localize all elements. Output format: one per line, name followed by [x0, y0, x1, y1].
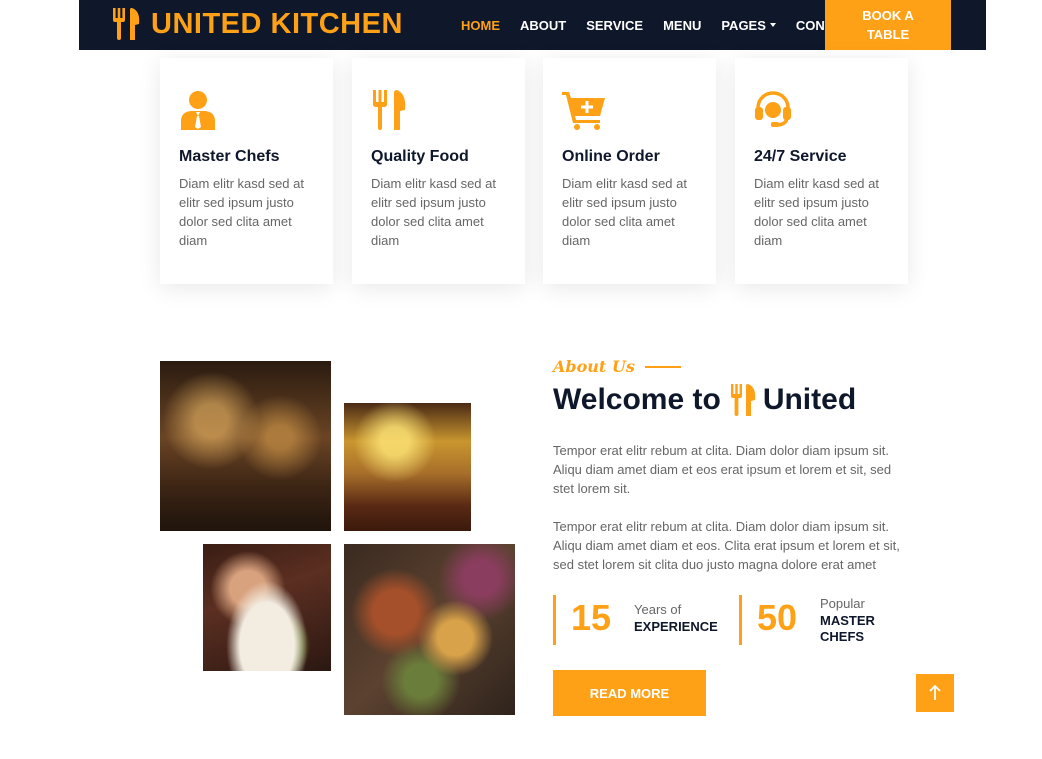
nav-about[interactable]: ABOUT — [510, 18, 576, 33]
stat-strong-label-line1: MASTER — [820, 613, 875, 628]
cart-plus-icon — [562, 92, 605, 130]
caret-down-icon — [769, 23, 776, 27]
service-text: Diam elitr kasd sed at elitr sed ipsum j… — [371, 176, 496, 248]
stat-experience: 15 Years of EXPERIENCE — [553, 595, 718, 645]
service-card-24-7-service: 24/7 Service Diam elitr kasd sed at elit… — [735, 58, 908, 284]
brand-logo[interactable]: UNITED KITCHEN — [113, 4, 403, 44]
nav-home[interactable]: HOME — [451, 18, 510, 33]
service-title: Quality Food — [371, 148, 469, 165]
grill-platter-photo — [344, 544, 515, 715]
main-nav: HOME ABOUT SERVICE MENU PAGES CONTACT — [451, 0, 869, 50]
service-text: Diam elitr kasd sed at elitr sed ipsum j… — [754, 176, 879, 248]
nav-pages-label: PAGES — [721, 17, 766, 33]
back-to-top-button[interactable] — [916, 674, 954, 712]
stat-label: Popular — [820, 596, 865, 611]
headset-icon — [755, 91, 791, 127]
about-title-before: Welcome to — [553, 383, 721, 416]
nav-service[interactable]: SERVICE — [576, 18, 653, 33]
about-paragraph-1: Tempor erat elitr rebum at clita. Diam d… — [553, 443, 892, 496]
stat-number: 15 — [571, 597, 612, 638]
service-title: 24/7 Service — [754, 148, 847, 165]
stat-label: Years of — [634, 602, 682, 617]
navbar: UNITED KITCHEN HOME ABOUT SERVICE MENU P… — [79, 0, 986, 50]
utensils-icon — [730, 384, 756, 416]
service-title: Online Order — [562, 148, 660, 165]
restaurant-dining-photo — [344, 403, 471, 531]
nav-pages-dropdown[interactable]: PAGES — [711, 18, 786, 33]
about-section-label: About Us — [553, 357, 681, 376]
salad-plate-photo — [203, 544, 331, 671]
restaurant-interior-photo — [160, 361, 331, 531]
brand-name: UNITED KITCHEN — [151, 7, 403, 40]
service-text: Diam elitr kasd sed at elitr sed ipsum j… — [562, 176, 687, 248]
read-more-button[interactable]: READ MORE — [553, 670, 706, 716]
stat-master-chefs: 50 Popular MASTER CHEFS — [739, 595, 902, 645]
label-divider-line — [644, 365, 681, 368]
nav-menu[interactable]: MENU — [653, 18, 711, 33]
service-card-master-chefs: Master Chefs Diam elitr kasd sed at elit… — [160, 58, 333, 284]
service-title: Master Chefs — [179, 148, 280, 165]
book-table-label-line1: BOOK A — [862, 8, 914, 23]
stat-number: 50 — [757, 597, 798, 638]
book-table-label-line2: TABLE — [866, 27, 910, 42]
about-paragraph-2: Tempor erat elitr rebum at clita. Diam d… — [553, 519, 900, 572]
stat-strong-label-line2: CHEFS — [820, 629, 865, 644]
service-cards: Master Chefs Diam elitr kasd sed at elit… — [160, 58, 908, 284]
about-title-after: United — [762, 383, 857, 416]
service-card-quality-food: Quality Food Diam elitr kasd sed at elit… — [352, 58, 525, 284]
service-text: Diam elitr kasd sed at elitr sed ipsum j… — [179, 176, 304, 248]
about-label-text: About Us — [553, 357, 635, 376]
service-card-online-order: Online Order Diam elitr kasd sed at elit… — [543, 58, 716, 284]
stat-strong-label: EXPERIENCE — [634, 619, 718, 634]
about-title: Welcome to United — [553, 383, 856, 417]
book-table-button[interactable]: BOOK A TABLE — [825, 0, 951, 50]
arrow-up-icon — [929, 685, 941, 700]
utensils-icon — [113, 8, 140, 40]
user-tie-icon — [181, 91, 215, 130]
utensils-icon — [373, 90, 406, 130]
